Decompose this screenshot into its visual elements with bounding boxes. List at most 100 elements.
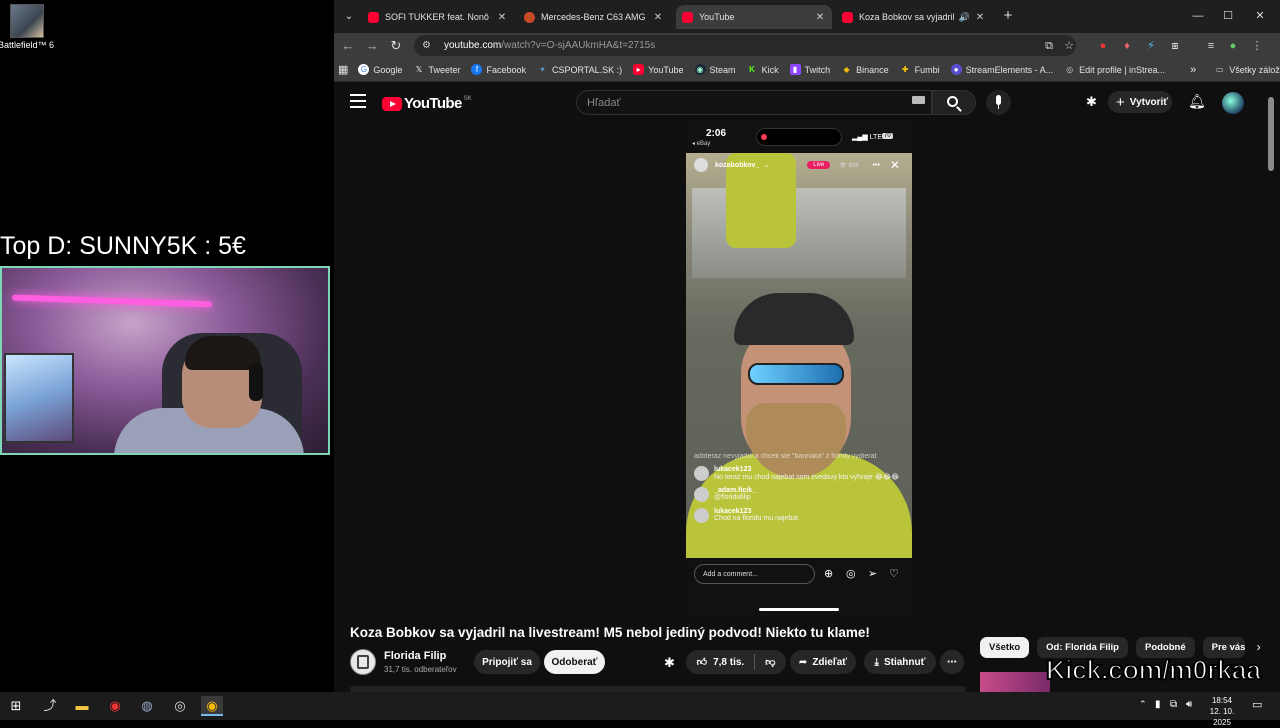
list-item: lukacek123 Chod na floridu mu najebat (694, 508, 904, 523)
page-scrollbar[interactable] (1268, 97, 1274, 171)
apps-grid-icon[interactable]: ▦ (338, 63, 348, 76)
download-button[interactable]: ⤓ Stiahnuť (864, 650, 936, 674)
chrome-icon[interactable]: ◉ (201, 696, 223, 716)
led-strip (11, 294, 213, 308)
headset (249, 363, 263, 401)
close-icon[interactable]: ✕ (814, 12, 826, 23)
steam-icon[interactable]: ◍ (136, 696, 158, 716)
reload-button[interactable]: ↻ (386, 36, 406, 56)
forward-button[interactable]: → (362, 36, 382, 56)
close-icon[interactable]: ✕ (974, 12, 986, 23)
more-bookmarks-chevron-icon[interactable]: » (1190, 64, 1196, 76)
bookmark-steam[interactable]: ◉ Steam (694, 64, 736, 75)
bookmarks-bar: ▦ G Google 𝕏 Tweeter f Facebook ✦ CSPORTAL.S… (334, 58, 1280, 82)
obs-icon[interactable]: ◎ (169, 696, 191, 716)
premium-sparkle-icon[interactable]: ✱ (1086, 94, 1097, 110)
bookmark-google[interactable]: G Google (358, 64, 402, 75)
bookmark-facebook[interactable]: f Facebook (471, 64, 526, 75)
youtube-logo[interactable]: YouTube SK (382, 95, 472, 112)
microphone-icon[interactable]: ▮ (1155, 699, 1161, 710)
share-button[interactable]: ➦ Zdieľať (790, 650, 856, 674)
tab-mercedes[interactable]: Mercedes-Benz C63 AMG 6.2 V ✕ (518, 5, 670, 29)
steam-icon: ◉ (694, 64, 706, 75)
dislike-button[interactable]: 👎︎ (765, 656, 775, 668)
like-button[interactable]: 👍︎ 7,8 tis. (697, 656, 745, 669)
comment-user: _adam.ficik_ (714, 487, 757, 494)
search-button[interactable] (932, 90, 976, 115)
all-bookmarks-folder[interactable]: ▭ Všetky záložky (1214, 64, 1280, 75)
pc-case (4, 353, 74, 443)
address-bar[interactable]: ⚙ youtube.com/watch?v=O-sjAAUkmHA&t=2715… (414, 35, 1076, 56)
chrome-profile-icon[interactable]: ◉ (104, 696, 126, 716)
new-tab-button[interactable]: + (994, 6, 1022, 26)
youtube-icon (368, 11, 379, 23)
video-player[interactable]: 2:06 ◂ eBay ▂▄▆ LTE 70 kozabobkov_ ⌄ Liv… (686, 121, 912, 615)
speaker-icon[interactable]: 🔊 (959, 12, 970, 23)
bookmark-label: YouTube (648, 64, 684, 75)
file-manager-icon[interactable]: ⤴ (39, 696, 61, 716)
country-code: SK (463, 95, 472, 102)
facebook-icon: f (471, 64, 483, 75)
close-window-button[interactable]: ✕ (1246, 6, 1274, 26)
search-input[interactable]: Hľadať (576, 90, 932, 115)
adblock-extension-icon[interactable]: ● (1094, 37, 1112, 55)
more-actions-button[interactable]: ⋯ (940, 650, 964, 674)
close-icon[interactable]: ✕ (652, 12, 664, 23)
bookmark-kick[interactable]: K Kick (747, 64, 778, 75)
subscriber-count: 31,7 tis. odberateľov (384, 665, 457, 674)
extension-icon[interactable]: ♦ (1118, 37, 1136, 55)
extensions-puzzle-icon[interactable]: ⧆ (1166, 37, 1184, 55)
bookmark-tweeter[interactable]: 𝕏 Tweeter (413, 64, 461, 75)
bookmark-youtube[interactable]: ▸ YouTube (633, 64, 684, 75)
profile-avatar[interactable]: ● (1224, 37, 1242, 55)
tab-sofi-tukker[interactable]: SOFI TUKKER feat. Nonô - "Pick ✕ (362, 5, 514, 29)
create-button[interactable]: + Vytvoriť (1108, 91, 1172, 113)
sparkle-icon[interactable]: ✱ (664, 655, 675, 671)
desktop-shortcut-battlefield[interactable]: Battlefield™ 6 (0, 4, 54, 50)
tab-youtube[interactable]: YouTube ✕ (676, 5, 832, 29)
tab-koza-bobkov[interactable]: Koza Bobkov sa vyjadril na 🔊 ✕ (836, 5, 992, 29)
kick-icon: K (749, 65, 755, 74)
bookmark-twitch[interactable]: ▮ Twitch (789, 64, 830, 75)
back-button[interactable]: ← (338, 36, 358, 56)
channel-name[interactable]: Florida Filip (384, 650, 446, 662)
windows-start-icon[interactable]: ⊞ (5, 696, 27, 716)
live-comment-bar: Add a comment... ⊕ ◎ ➢ ♡ (686, 558, 912, 615)
system-clock[interactable]: 18:54 12. 10. 2025 (1200, 695, 1244, 728)
bookmark-binance[interactable]: ◆ Binance (841, 64, 889, 75)
related-video-thumbnail[interactable] (980, 672, 1050, 692)
site-settings-icon[interactable]: ⚙ (422, 40, 434, 52)
viewer-count-value: 608 (848, 162, 859, 169)
bookmark-streamelements[interactable]: ● StreamElements - A... (950, 64, 1053, 75)
divider (754, 654, 756, 670)
folder-icon[interactable]: ▬ (71, 696, 93, 716)
minimize-button[interactable]: — (1184, 6, 1212, 26)
voice-search-button[interactable] (986, 90, 1011, 115)
tab-search-chevron-icon[interactable]: ⌄ (340, 8, 358, 26)
avatar[interactable] (1222, 92, 1244, 114)
notifications-bell-icon[interactable]: 🔔︎ (1188, 93, 1206, 110)
subscribe-button[interactable]: Odoberať (544, 650, 605, 674)
send-icon: ➢ (868, 568, 878, 580)
network-icon[interactable]: ⧉ (1170, 699, 1177, 710)
clock-time: 18:54 (1211, 696, 1233, 705)
tray-chevron-icon[interactable]: ⌃ (1139, 699, 1147, 710)
chip-all[interactable]: Všetko (980, 637, 1030, 658)
maximize-button[interactable]: ☐ (1214, 6, 1242, 26)
chevron-down-icon: ⌄ (763, 162, 770, 169)
bookmark-csportal[interactable]: ✦ CSPORTAL.SK :) (537, 64, 622, 75)
volume-icon[interactable]: 🔊︎ (1186, 699, 1192, 710)
reading-list-icon[interactable]: ≡ (1202, 37, 1220, 55)
install-app-icon[interactable]: ⧉ (1040, 37, 1058, 55)
keyboard-icon[interactable] (912, 96, 925, 104)
extension-icon[interactable]: ⚡ (1142, 37, 1160, 55)
bookmark-star-icon[interactable]: ☆ (1060, 37, 1078, 55)
close-icon[interactable]: ✕ (496, 12, 508, 23)
menu-hamburger-icon[interactable] (350, 94, 366, 108)
channel-avatar[interactable] (350, 649, 376, 675)
notifications-icon[interactable]: ▭ (1252, 698, 1262, 711)
menu-kebab-icon[interactable]: ⋮ (1248, 37, 1266, 55)
join-button[interactable]: Pripojiť sa (474, 650, 540, 674)
bookmark-fumbi[interactable]: ✚ Fumbi (900, 64, 940, 75)
bookmark-instream[interactable]: ◎ Edit profile | inStrea... (1064, 64, 1165, 75)
